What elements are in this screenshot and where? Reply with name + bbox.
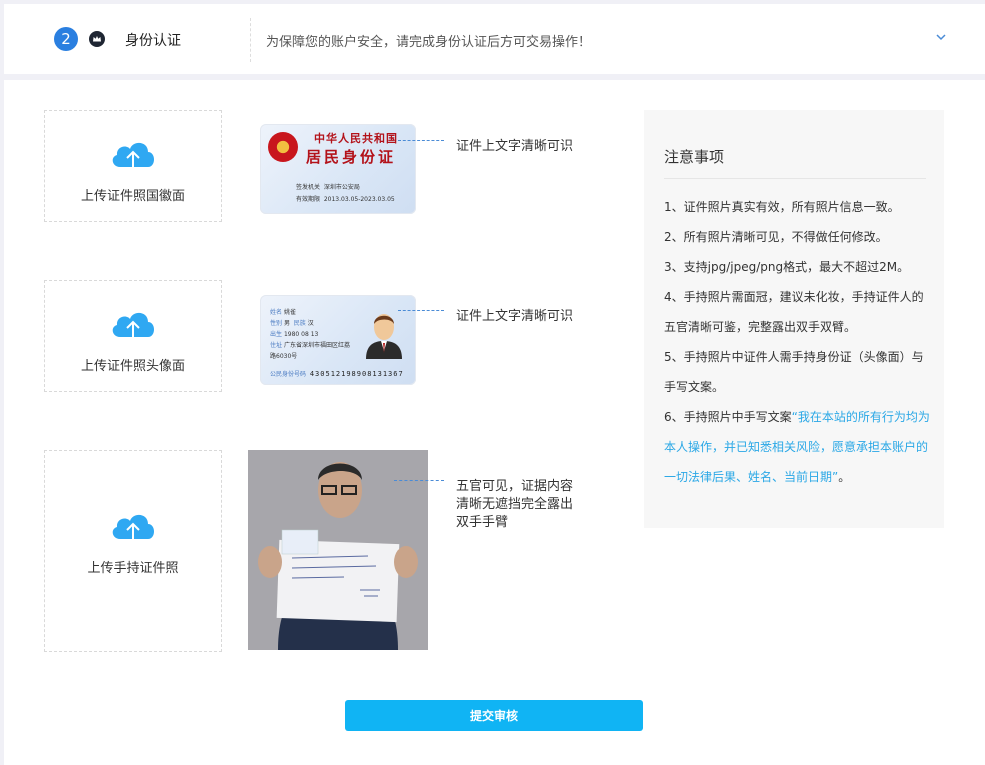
tip-leader-line [398, 310, 444, 311]
address-value: 广东省深圳市福田区红荔路6030号 [270, 342, 350, 360]
valid-value: 2013.03.05-2023.03.05 [323, 196, 395, 203]
upload-label: 上传手持证件照 [87, 561, 179, 576]
notice-list: 1、证件照片真实有效，所有照片信息一致。 2、所有照片清晰可见，不得做任何修改。… [664, 192, 930, 492]
notice-item: 1、证件照片真实有效，所有照片信息一致。 [664, 200, 900, 214]
notice-item: 4、手持照片需面冠，建议未化妆，手持证件人的五官清晰可鉴，完整露出双手双臂。 [664, 290, 924, 334]
id-number-value: 430512198908131367 [309, 370, 404, 378]
step-header: 2 身份认证 为保障您的账户安全，请完成身份认证后方可交易操作！ [4, 4, 985, 74]
birth-day: 13 [310, 331, 319, 338]
issuer-label: 签发机关 [296, 184, 321, 191]
address-label: 住址 [270, 342, 283, 349]
id-card-portrait-sample: 姓名 姚雀 性别 男 民族 汉 出生 1980 08 13 住址 广东省深圳市福… [260, 295, 416, 385]
ethnic-value: 汉 [307, 320, 314, 327]
header-divider [250, 18, 251, 62]
chevron-down-icon[interactable] [934, 31, 948, 43]
notice-panel: 注意事项 1、证件照片真实有效，所有照片信息一致。 2、所有照片清晰可见，不得做… [644, 110, 944, 528]
cloud-upload-icon [112, 312, 154, 342]
sex-value: 男 [283, 320, 290, 327]
tip-leader-line [394, 480, 444, 481]
upload-label: 上传证件照国徽面 [80, 189, 185, 204]
id-front-valid-row: 有效期限 2013.03.05-2023.03.05 [296, 194, 395, 203]
step-title: 身份认证 [125, 33, 181, 49]
name-label: 姓名 [270, 309, 283, 316]
upload-handheld-photo[interactable]: 上传手持证件照 [44, 450, 222, 652]
birth-year: 1980 [283, 331, 300, 338]
upload-id-portrait-side[interactable]: 上传证件照头像面 [44, 280, 222, 392]
notice-item: 3、支持jpg/jpeg/png格式，最大不超过2M。 [664, 260, 910, 274]
notice-title: 注意事项 [664, 148, 725, 166]
name-value: 姚雀 [283, 309, 296, 316]
id-front-issuer-row: 签发机关 深圳市公安局 [296, 182, 360, 191]
identity-upload-panel: 上传证件照国徽面 中华人民共和国 居民身份证 签发机关 深圳市公安局 有效期限 … [4, 80, 985, 765]
valid-label: 有效期限 [296, 196, 321, 203]
notice-item-6-suffix: 。 [838, 470, 851, 484]
cloud-upload-icon [112, 142, 154, 172]
tip-leader-line [398, 140, 444, 141]
upload-id-emblem-side[interactable]: 上传证件照国徽面 [44, 110, 222, 222]
submit-review-button[interactable]: 提交审核 [345, 700, 643, 731]
upload-tip: 证件上文字清晰可识 [456, 139, 574, 154]
upload-tip: 五官可见，证据内容清晰无遮挡完全露出双手手臂 [456, 479, 574, 530]
notice-item: 5、手持照片中证件人需手持身份证（头像面）与手写文案。 [664, 350, 924, 394]
ethnic-label: 民族 [293, 320, 306, 327]
step-description: 为保障您的账户安全，请完成身份认证后方可交易操作！ [266, 35, 592, 50]
notice-divider [664, 178, 926, 179]
issuer-value: 深圳市公安局 [323, 184, 360, 191]
notice-item-6: 6、手持照片中手写文案“我在本站的所有行为均为本人操作，并已知悉相关风险，愿意承… [664, 402, 930, 492]
notice-item: 2、所有照片清晰可见，不得做任何修改。 [664, 230, 888, 244]
id-front-country: 中华人民共和国 [314, 132, 398, 145]
notice-item-6-prefix: 6、手持照片中手写文案 [664, 410, 792, 424]
step-number-badge: 2 [54, 27, 78, 51]
national-emblem [268, 132, 298, 162]
crown-icon [89, 31, 105, 47]
id-number-label: 公民身份号码 [270, 371, 307, 378]
id-front-card-title: 居民身份证 [306, 148, 397, 166]
birth-month: 08 [301, 331, 309, 338]
cloud-upload-icon [112, 514, 154, 544]
sex-label: 性别 [270, 320, 283, 327]
id-back-fields: 姓名 姚雀 性别 男 民族 汉 出生 1980 08 13 住址 广东省深圳市福… [270, 307, 350, 362]
upload-tip: 证件上文字清晰可识 [456, 309, 574, 324]
id-card-emblem-sample: 中华人民共和国 居民身份证 签发机关 深圳市公安局 有效期限 2013.03.0… [260, 124, 416, 214]
birth-label: 出生 [270, 331, 283, 338]
id-portrait-avatar [364, 307, 404, 359]
upload-label: 上传证件照头像面 [80, 359, 185, 374]
id-number-row: 公民身份号码 430512198908131367 [270, 369, 404, 378]
